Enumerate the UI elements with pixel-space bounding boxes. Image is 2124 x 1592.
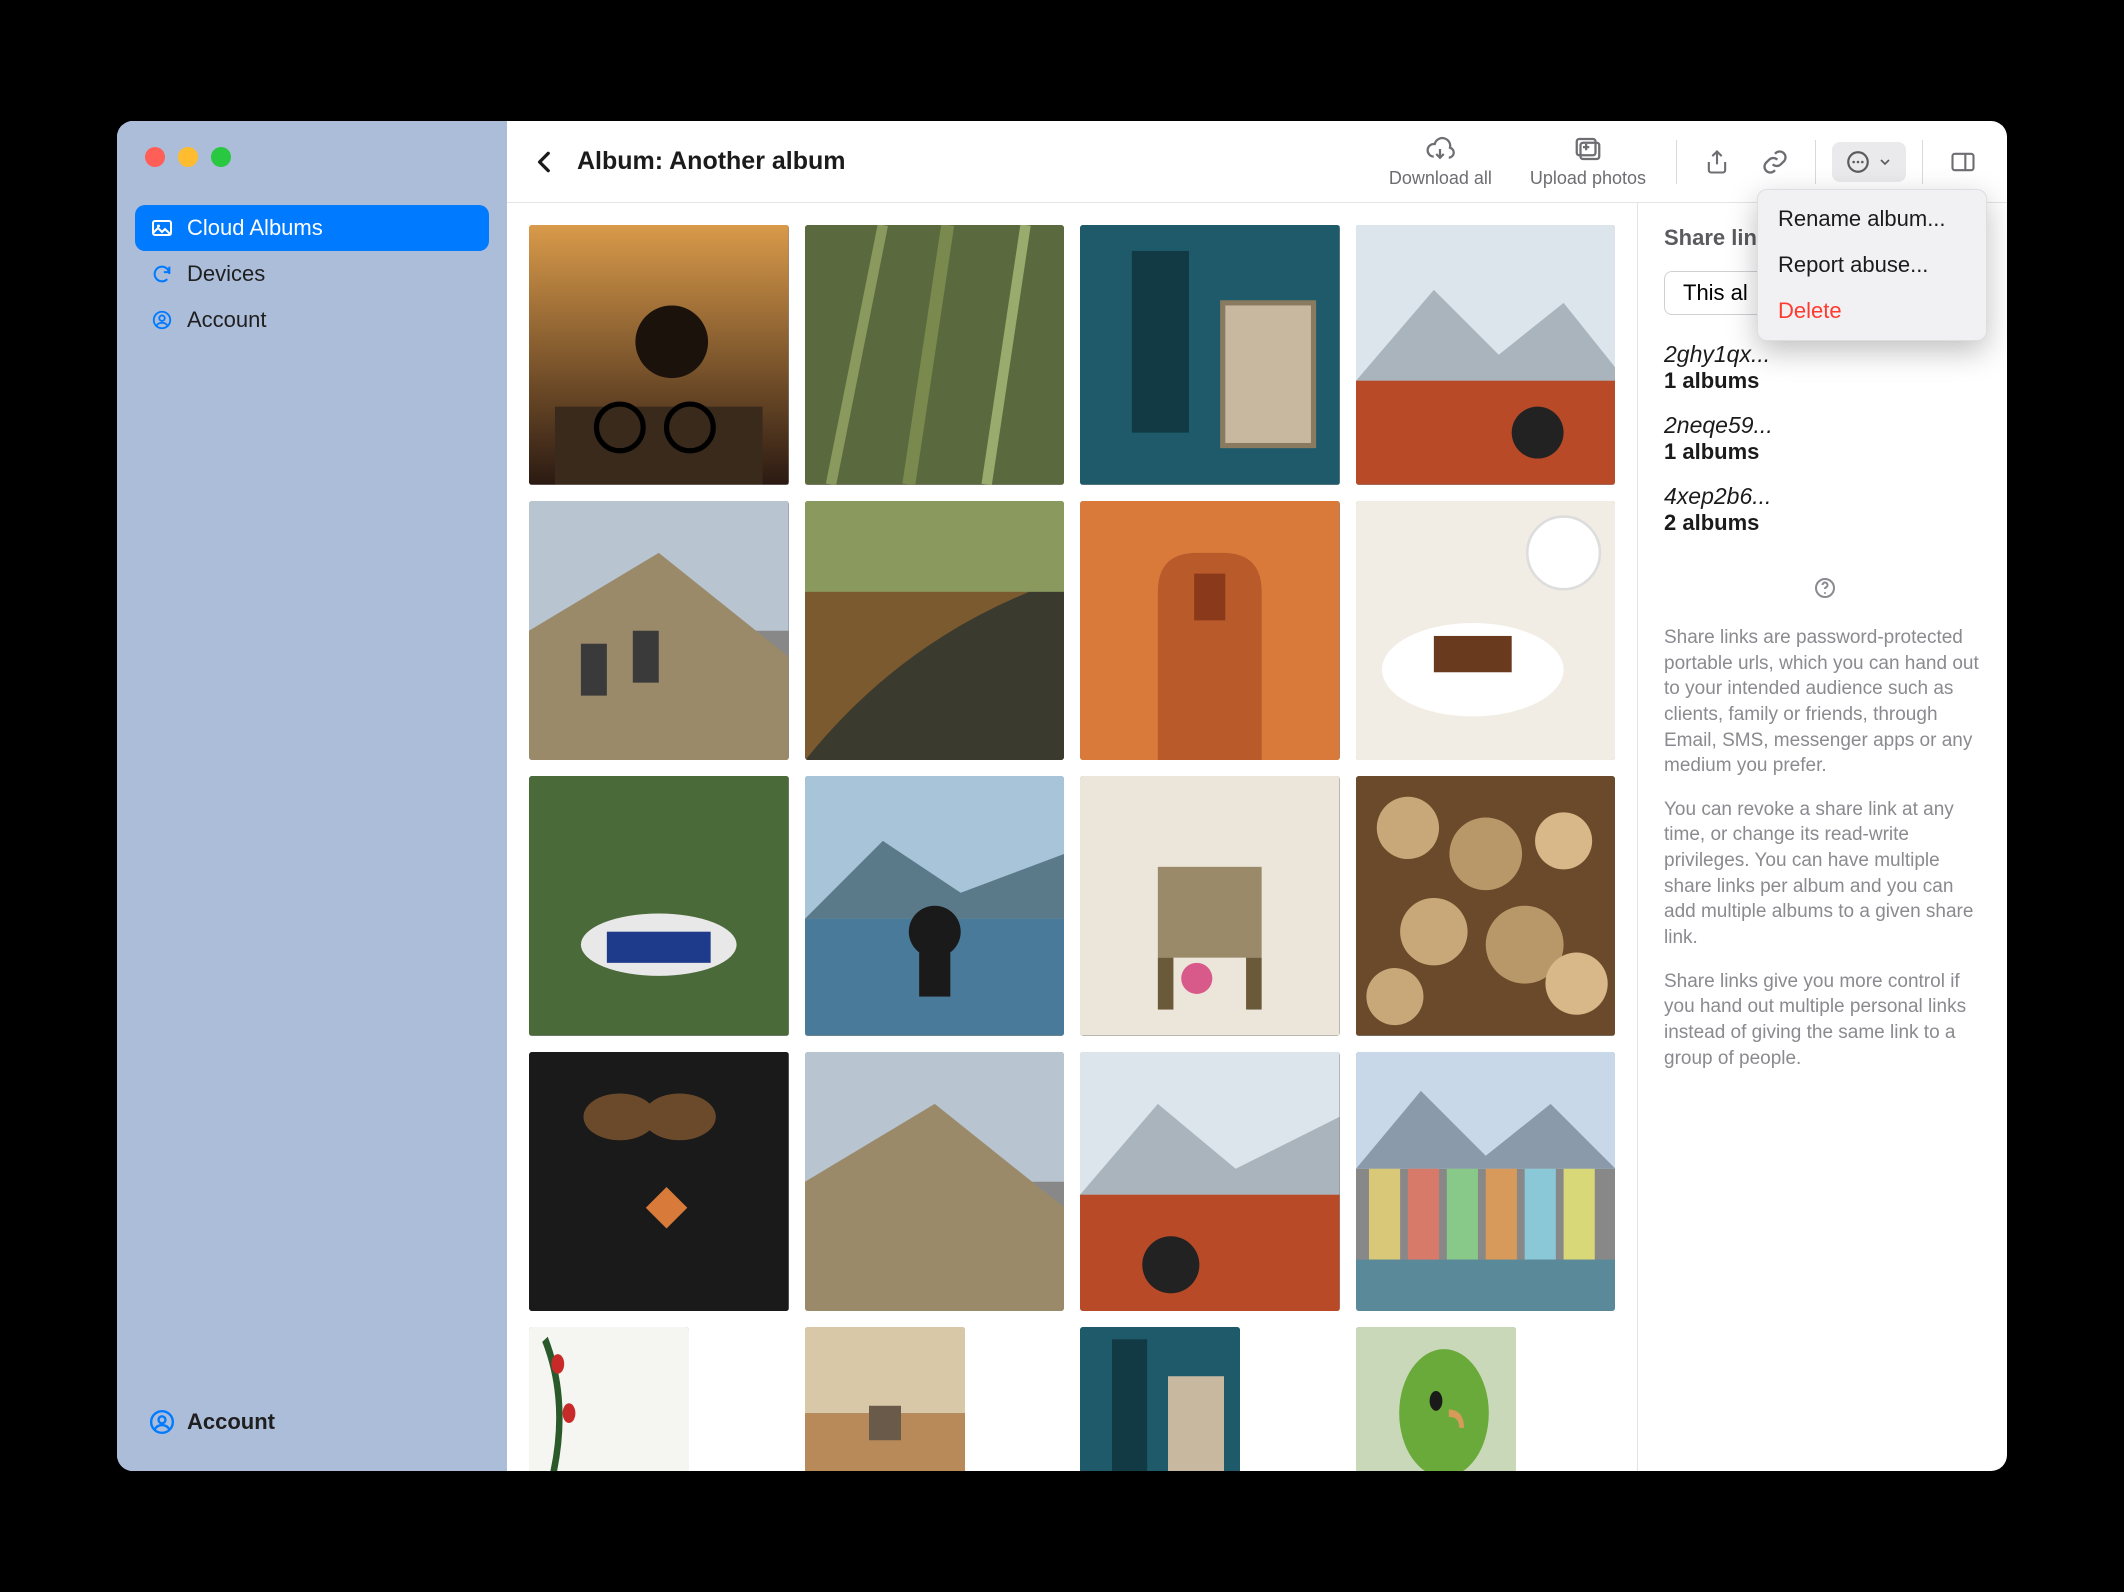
photo-thumbnail[interactable] (805, 225, 1065, 485)
share-button[interactable] (1693, 142, 1741, 182)
chevron-down-icon (1877, 154, 1893, 170)
dropdown-delete[interactable]: Delete (1758, 288, 1986, 334)
sidebar: Cloud Albums Devices Account Account (117, 121, 507, 1471)
sidebar-item-label: Devices (187, 261, 265, 287)
photo-thumbnail[interactable] (529, 225, 789, 485)
photo-thumbnail[interactable] (1080, 1327, 1240, 1471)
sidebar-footer-account[interactable]: Account (135, 1399, 489, 1445)
toolbar-divider (1922, 140, 1923, 184)
back-button[interactable] (527, 144, 563, 180)
photo-thumbnail[interactable] (805, 776, 1065, 1036)
sidebar-item-account[interactable]: Account (135, 297, 489, 343)
link-button[interactable] (1751, 142, 1799, 182)
sidebar-item-label: Cloud Albums (187, 215, 323, 241)
photo-thumbnail[interactable] (1080, 776, 1340, 1036)
help-icon[interactable] (1813, 576, 1837, 605)
dropdown-report-abuse[interactable]: Report abuse... (1758, 242, 1986, 288)
share-links-list: 2ghy1qx... 1 albums 2neqe59... 1 albums … (1664, 335, 1985, 536)
toolbar-divider (1676, 140, 1677, 184)
minimize-window-button[interactable] (178, 147, 198, 167)
more-options-dropdown: Rename album... Report abuse... Delete (1757, 189, 1987, 341)
toggle-panel-button[interactable] (1939, 142, 1987, 182)
share-link-count: 1 albums (1664, 368, 1985, 394)
sync-icon (149, 261, 175, 287)
sidebar-item-devices[interactable]: Devices (135, 251, 489, 297)
more-options-button[interactable] (1832, 142, 1906, 182)
tool-btn-label: Download all (1389, 168, 1492, 189)
photo-thumbnail[interactable] (529, 776, 789, 1036)
photo-thumbnail[interactable] (1356, 225, 1616, 485)
person-circle-icon (149, 1409, 175, 1435)
sidebar-footer: Account (117, 1399, 507, 1471)
photo-thumbnail[interactable] (529, 1052, 789, 1312)
album-selector-pill[interactable]: This al (1664, 271, 1767, 315)
share-link-key: 2neqe59... (1664, 412, 1985, 439)
cloud-download-icon (1425, 134, 1455, 164)
share-link-entry[interactable]: 2neqe59... 1 albums (1664, 412, 1985, 465)
share-link-count: 1 albums (1664, 439, 1985, 465)
dropdown-rename-album[interactable]: Rename album... (1758, 196, 1986, 242)
share-link-entry[interactable]: 4xep2b6... 2 albums (1664, 483, 1985, 536)
sidebar-item-label: Account (187, 307, 267, 333)
photo-thumbnail[interactable] (1356, 776, 1616, 1036)
photo-thumbnail[interactable] (1356, 1052, 1616, 1312)
photo-thumbnail[interactable] (805, 1052, 1065, 1312)
app-window: Cloud Albums Devices Account Account (117, 121, 2007, 1471)
upload-photos-button[interactable]: Upload photos (1516, 130, 1660, 193)
share-link-count: 2 albums (1664, 510, 1985, 536)
maximize-window-button[interactable] (211, 147, 231, 167)
tool-btn-label: Upload photos (1530, 168, 1646, 189)
help-paragraph: Share links give you more control if you… (1664, 969, 1985, 1072)
help-icon-row (1664, 576, 1985, 605)
help-paragraph: You can revoke a share link at any time,… (1664, 797, 1985, 951)
share-link-key: 2ghy1qx... (1664, 341, 1985, 368)
photo-thumbnail[interactable] (1080, 1052, 1340, 1312)
photo-thumbnail[interactable] (529, 501, 789, 761)
photo-thumbnail[interactable] (1080, 225, 1340, 485)
help-text: Share links are password-protected porta… (1664, 625, 1985, 1089)
picture-icon (149, 215, 175, 241)
share-links-panel: Share links This al 2ghy1qx... 1 albums … (1637, 203, 2007, 1471)
photo-thumbnail[interactable] (805, 501, 1065, 761)
share-link-key: 4xep2b6... (1664, 483, 1985, 510)
close-window-button[interactable] (145, 147, 165, 167)
add-photos-icon (1573, 134, 1603, 164)
toolbar: Album: Another album Download all Upload… (507, 121, 2007, 203)
photo-thumbnail[interactable] (1356, 1327, 1516, 1471)
page-title: Album: Another album (577, 147, 846, 176)
photo-grid (529, 225, 1615, 1471)
content-area: Share links This al 2ghy1qx... 1 albums … (507, 203, 2007, 1471)
download-all-button[interactable]: Download all (1375, 130, 1506, 193)
toolbar-divider (1815, 140, 1816, 184)
window-controls (117, 147, 507, 205)
help-paragraph: Share links are password-protected porta… (1664, 625, 1985, 779)
nav-section: Cloud Albums Devices Account (117, 205, 507, 343)
photo-grid-area (507, 203, 1637, 1471)
photo-thumbnail[interactable] (805, 1327, 965, 1471)
sidebar-item-cloud-albums[interactable]: Cloud Albums (135, 205, 489, 251)
share-link-entry[interactable]: 2ghy1qx... 1 albums (1664, 341, 1985, 394)
photo-thumbnail[interactable] (1080, 501, 1340, 761)
photo-thumbnail[interactable] (529, 1327, 689, 1471)
person-circle-icon (149, 307, 175, 333)
photo-thumbnail[interactable] (1356, 501, 1616, 761)
sidebar-footer-label: Account (187, 1409, 275, 1435)
main-area: Album: Another album Download all Upload… (507, 121, 2007, 1471)
